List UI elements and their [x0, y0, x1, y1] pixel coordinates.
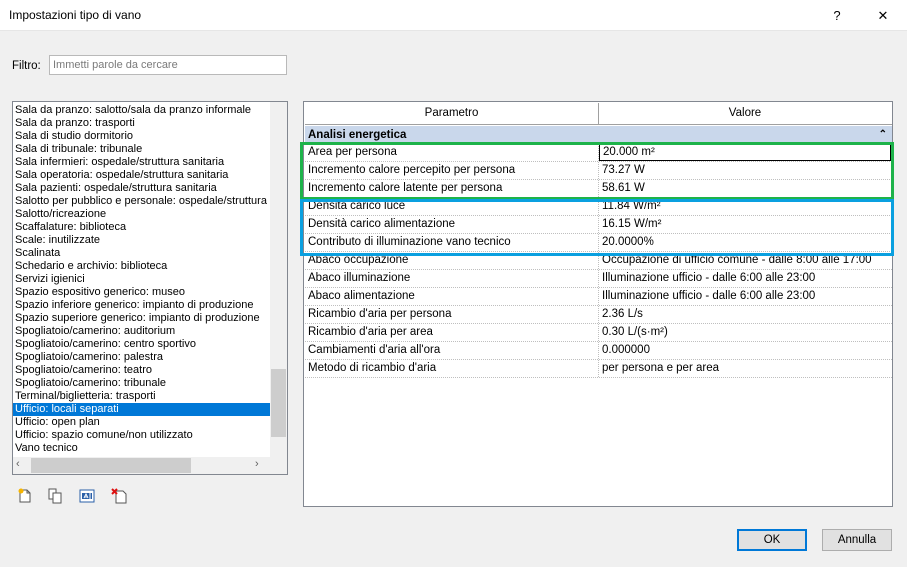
- list-item[interactable]: Vano tecnico: [13, 442, 270, 455]
- space-type-list[interactable]: Sala da pranzo: salotto/sala da pranzo i…: [12, 101, 288, 475]
- parameter-value[interactable]: 11.84 W/m²: [599, 198, 891, 215]
- vertical-scroll-thumb[interactable]: [271, 369, 286, 437]
- filter-label: Filtro:: [12, 60, 41, 72]
- parameter-name: Abaco illuminazione: [305, 270, 599, 287]
- horizontal-scroll-thumb[interactable]: [31, 458, 191, 473]
- list-item[interactable]: Scale: inutilizzate: [13, 234, 270, 247]
- horizontal-scrollbar[interactable]: ‹ ›: [13, 457, 287, 474]
- group-energy-analysis[interactable]: Analisi energetica ⌃: [305, 126, 892, 144]
- parameter-value[interactable]: 0.30 L/(s·m²): [599, 324, 891, 341]
- list-item[interactable]: Sala di studio dormitorio: [13, 130, 270, 143]
- list-item[interactable]: Schedario e archivio: biblioteca: [13, 260, 270, 273]
- table-row[interactable]: Contributo di illuminazione vano tecnico…: [305, 234, 892, 252]
- cancel-button[interactable]: Annulla: [822, 529, 892, 551]
- parameter-name: Area per persona: [305, 144, 599, 161]
- list-item[interactable]: Salotto/ricreazione: [13, 208, 270, 221]
- parameter-name: Ricambio d'aria per area: [305, 324, 599, 341]
- list-items: Sala da pranzo: salotto/sala da pranzo i…: [13, 104, 270, 455]
- list-item[interactable]: Spazio superiore generico: impianto di p…: [13, 312, 270, 325]
- parameter-value[interactable]: 20.000 m²: [599, 144, 891, 161]
- close-button[interactable]: ✕: [860, 0, 906, 31]
- list-item[interactable]: Spogliatoio/camerino: tribunale: [13, 377, 270, 390]
- list-item[interactable]: Spazio inferiore generico: impianto di p…: [13, 299, 270, 312]
- rename-icon[interactable]: [78, 487, 96, 505]
- parameter-value[interactable]: 16.15 W/m²: [599, 216, 891, 233]
- parameter-value[interactable]: per persona e per area: [599, 360, 891, 377]
- parameter-name: Abaco alimentazione: [305, 288, 599, 305]
- list-item[interactable]: Sala da pranzo: salotto/sala da pranzo i…: [13, 104, 270, 117]
- ok-button[interactable]: OK: [737, 529, 807, 551]
- list-item[interactable]: Sala operatoria: ospedale/struttura sani…: [13, 169, 270, 182]
- list-item[interactable]: Scaffalature: biblioteca: [13, 221, 270, 234]
- new-type-icon[interactable]: [16, 487, 34, 505]
- grid-header: Parametro Valore: [305, 103, 892, 125]
- parameter-name: Densità carico luce: [305, 198, 599, 215]
- parameter-value[interactable]: Occupazione di ufficio comune - dalle 8:…: [599, 252, 891, 269]
- scroll-right-icon[interactable]: ›: [255, 458, 259, 470]
- list-item[interactable]: Spogliatoio/camerino: palestra: [13, 351, 270, 364]
- window-title: Impostazioni tipo di vano: [9, 8, 142, 22]
- table-row[interactable]: Metodo di ricambio d'aria per persona e p…: [305, 360, 892, 378]
- list-item[interactable]: Scalinata: [13, 247, 270, 260]
- list-item[interactable]: Spazio espositivo generico: museo: [13, 286, 270, 299]
- parameters-grid: Parametro Valore Analisi energetica ⌃ Ar…: [303, 101, 893, 507]
- parameter-value[interactable]: 0.000000: [599, 342, 891, 359]
- table-row[interactable]: Incremento calore latente per persona 58.…: [305, 180, 892, 198]
- column-header-parameter[interactable]: Parametro: [305, 103, 599, 124]
- grid-rows: Area per persona 20.000 m² Incremento calo…: [305, 144, 892, 378]
- list-item[interactable]: Ufficio: open plan: [13, 416, 270, 429]
- list-item[interactable]: Ufficio: spazio comune/non utilizzato: [13, 429, 270, 442]
- parameter-name: Contributo di illuminazione vano tecnico: [305, 234, 599, 251]
- table-row[interactable]: Cambiamenti d'aria all'ora 0.000000: [305, 342, 892, 360]
- title-bar: Impostazioni tipo di vano ? ✕: [0, 0, 907, 31]
- help-button[interactable]: ?: [814, 0, 860, 31]
- parameter-value[interactable]: Illuminazione ufficio - dalle 6:00 alle …: [599, 270, 891, 287]
- filter-input[interactable]: [49, 55, 287, 75]
- table-row[interactable]: Abaco illuminazione Illuminazione ufficio…: [305, 270, 892, 288]
- list-item[interactable]: Sala di tribunale: tribunale: [13, 143, 270, 156]
- parameter-name: Incremento calore latente per persona: [305, 180, 599, 197]
- parameter-name: Abaco occupazione: [305, 252, 599, 269]
- parameter-value[interactable]: 20.0000%: [599, 234, 891, 251]
- list-item[interactable]: Terminal/biglietteria: trasporti: [13, 390, 270, 403]
- table-row[interactable]: Densità carico luce 11.84 W/m²: [305, 198, 892, 216]
- parameter-value[interactable]: 73.27 W: [599, 162, 891, 179]
- duplicate-icon[interactable]: [46, 487, 64, 505]
- parameter-name: Incremento calore percepito per persona: [305, 162, 599, 179]
- list-item[interactable]: Spogliatoio/camerino: auditorium: [13, 325, 270, 338]
- parameter-name: Metodo di ricambio d'aria: [305, 360, 599, 377]
- table-row[interactable]: Abaco alimentazione Illuminazione ufficio…: [305, 288, 892, 306]
- scroll-left-icon[interactable]: ‹: [16, 458, 20, 470]
- parameter-value[interactable]: 58.61 W: [599, 180, 891, 197]
- list-item[interactable]: Ufficio: locali separati: [13, 403, 270, 416]
- table-row[interactable]: Abaco occupazione Occupazione di ufficio …: [305, 252, 892, 270]
- group-label: Analisi energetica: [308, 129, 407, 141]
- parameter-name: Ricambio d'aria per persona: [305, 306, 599, 323]
- table-row[interactable]: Area per persona 20.000 m²: [305, 144, 892, 162]
- table-row[interactable]: Ricambio d'aria per area 0.30 L/(s·m²): [305, 324, 892, 342]
- vertical-scrollbar[interactable]: [270, 102, 287, 457]
- parameter-name: Densità carico alimentazione: [305, 216, 599, 233]
- list-item[interactable]: Salotto per pubblico e personale: ospeda…: [13, 195, 270, 208]
- parameter-name: Cambiamenti d'aria all'ora: [305, 342, 599, 359]
- list-item[interactable]: Servizi igienici: [13, 273, 270, 286]
- table-row[interactable]: Incremento calore percepito per persona 7…: [305, 162, 892, 180]
- list-item[interactable]: Sala da pranzo: trasporti: [13, 117, 270, 130]
- collapse-icon[interactable]: ⌃: [879, 126, 887, 144]
- list-item[interactable]: Sala pazienti: ospedale/struttura sanita…: [13, 182, 270, 195]
- list-item[interactable]: Spogliatoio/camerino: teatro: [13, 364, 270, 377]
- parameter-value[interactable]: 2.36 L/s: [599, 306, 891, 323]
- column-header-value[interactable]: Valore: [599, 103, 891, 124]
- table-row[interactable]: Densità carico alimentazione 16.15 W/m²: [305, 216, 892, 234]
- delete-icon[interactable]: [110, 487, 128, 505]
- list-item[interactable]: Sala infermieri: ospedale/struttura sani…: [13, 156, 270, 169]
- parameter-value[interactable]: Illuminazione ufficio - dalle 6:00 alle …: [599, 288, 891, 305]
- list-item[interactable]: Spogliatoio/camerino: centro sportivo: [13, 338, 270, 351]
- table-row[interactable]: Ricambio d'aria per persona 2.36 L/s: [305, 306, 892, 324]
